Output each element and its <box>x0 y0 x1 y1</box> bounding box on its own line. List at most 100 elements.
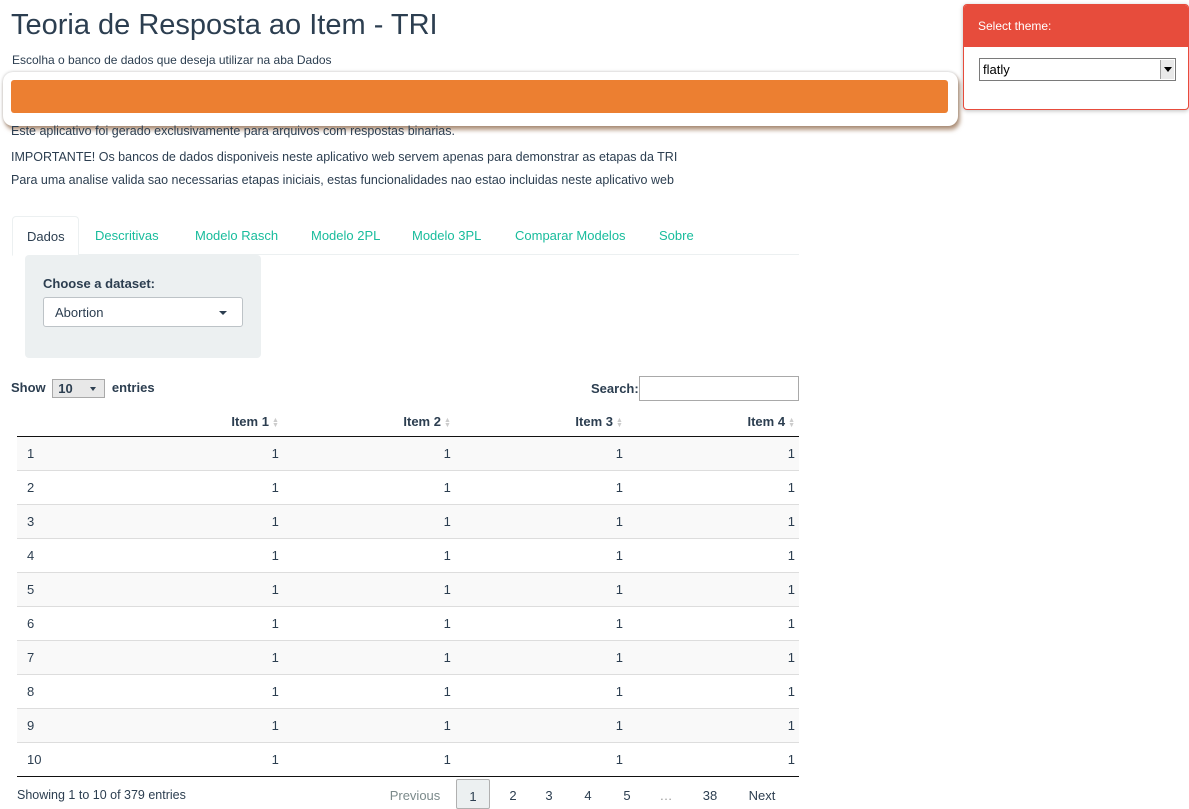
table-cell: 1 <box>181 605 283 640</box>
table-cell: 1 <box>282 435 455 470</box>
caret-down-icon <box>219 311 227 315</box>
table-row: 91111 <box>17 707 799 742</box>
tab-sobre[interactable]: Sobre <box>659 216 694 255</box>
table-cell: 1 <box>282 503 455 538</box>
sort-icon: ▲ ▼ <box>616 416 623 429</box>
column-header-item-2[interactable]: Item 2 ▲ ▼ <box>282 411 455 437</box>
row-index: 10 <box>17 741 182 777</box>
page-length-select[interactable]: 10 <box>52 379 106 398</box>
dataset-panel: Choose a dataset: Abortion <box>25 255 261 358</box>
column-header-item-1[interactable]: Item 1 ▲ ▼ <box>181 411 283 437</box>
table-row: 11111 <box>17 435 799 470</box>
info-line-2: IMPORTANTE! Os bancos de dados disponive… <box>11 150 678 164</box>
table-cell: 1 <box>454 503 627 538</box>
table-cell: 1 <box>282 741 455 777</box>
row-index: 9 <box>17 707 182 742</box>
table-cell: 1 <box>282 537 455 572</box>
theme-select-value: flatly <box>983 62 1010 77</box>
table-cell: 1 <box>626 673 799 708</box>
table-cell: 1 <box>181 503 283 538</box>
table-cell: 1 <box>181 707 283 742</box>
page-title: Teoria de Resposta ao Item - TRI <box>11 9 438 41</box>
table-cell: 1 <box>282 571 455 606</box>
table-cell: 1 <box>626 707 799 742</box>
table-row: 81111 <box>17 673 799 708</box>
table-cell: 1 <box>282 673 455 708</box>
column-header-item-4[interactable]: Item 4 ▲ ▼ <box>626 411 799 437</box>
sort-icon: ▲ ▼ <box>271 416 279 429</box>
theme-select[interactable]: flatly <box>979 58 1176 81</box>
tab-descritivas[interactable]: Descritivas <box>95 216 159 255</box>
info-line-3: Para uma analise valida sao necessarias … <box>11 173 674 187</box>
row-index: 1 <box>17 435 182 470</box>
entries-label: entries <box>111 379 155 395</box>
table-cell: 1 <box>454 673 627 708</box>
tab-modelo-3pl[interactable]: Modelo 3PL <box>412 216 481 255</box>
column-header-index[interactable] <box>17 411 182 437</box>
table-cell: 1 <box>181 741 283 777</box>
table-row: 71111 <box>17 639 799 674</box>
table-cell: 1 <box>454 639 627 674</box>
table-cell: 1 <box>454 605 627 640</box>
search-label: Search: <box>591 381 639 396</box>
table-cell: 1 <box>454 469 627 504</box>
table-cell: 1 <box>181 571 283 606</box>
table-info: Showing 1 to 10 of 379 entries <box>17 788 186 802</box>
table-cell: 1 <box>626 639 799 674</box>
dataset-label: Choose a dataset: <box>43 276 155 291</box>
theme-selector-panel: Select theme: flatly <box>963 4 1189 110</box>
table-cell: 1 <box>181 469 283 504</box>
sort-icon: ▲ ▼ <box>443 416 451 429</box>
table-row: 31111 <box>17 503 799 538</box>
caret-down-icon <box>90 387 97 391</box>
table-length-control: Show 10 entries <box>11 379 155 398</box>
chevron-down-icon[interactable] <box>1160 60 1174 79</box>
table-cell: 1 <box>282 469 455 504</box>
search-input[interactable] <box>639 376 799 401</box>
show-label: Show <box>11 379 46 395</box>
table-cell: 1 <box>626 605 799 640</box>
table-cell: 1 <box>626 503 799 538</box>
table-row: 41111 <box>17 537 799 572</box>
row-index: 4 <box>17 537 182 572</box>
row-index: 3 <box>17 503 182 538</box>
row-index: 2 <box>17 469 182 504</box>
table-cell: 1 <box>626 741 799 777</box>
table-cell: 1 <box>454 537 627 572</box>
tab-modelo-rasch[interactable]: Modelo Rasch <box>195 216 278 255</box>
row-index: 6 <box>17 605 182 640</box>
table-cell: 1 <box>454 571 627 606</box>
column-header-item-3[interactable]: Item 3 ▲ ▼ <box>454 411 627 437</box>
table-row: 21111 <box>17 469 799 504</box>
table-cell: 1 <box>454 741 627 777</box>
table-cell: 1 <box>626 537 799 572</box>
table-cell: 1 <box>181 435 283 470</box>
table-cell: 1 <box>282 639 455 674</box>
table-cell: 1 <box>282 707 455 742</box>
table-row: 61111 <box>17 605 799 640</box>
table-cell: 1 <box>181 673 283 708</box>
table-header-row: Item 1 ▲ ▼ Item 2 ▲ ▼ Item 3 ▲ ▼ Item 4 ▲ ▼ <box>17 411 799 437</box>
table-cell: 1 <box>626 469 799 504</box>
row-index: 5 <box>17 571 182 606</box>
page-subtitle: Escolha o banco de dados que deseja util… <box>12 53 332 67</box>
row-index: 8 <box>17 673 182 708</box>
data-table: Item 1 ▲ ▼ Item 2 ▲ ▼ Item 3 ▲ ▼ Item 4 ▲ ▼ 1111… <box>17 411 799 777</box>
table-cell: 1 <box>181 537 283 572</box>
dataset-select-value: Abortion <box>55 305 104 320</box>
table-row: 51111 <box>17 571 799 606</box>
progress-container <box>3 72 958 126</box>
tab-comparar-modelos[interactable]: Comparar Modelos <box>515 216 626 255</box>
orange-banner-bar <box>11 80 948 113</box>
table-cell: 1 <box>454 435 627 470</box>
table-cell: 1 <box>181 639 283 674</box>
table-cell: 1 <box>282 605 455 640</box>
theme-selector-label: Select theme: <box>964 5 1188 47</box>
tab-modelo-2pl[interactable]: Modelo 2PL <box>311 216 380 255</box>
table-cell: 1 <box>626 571 799 606</box>
row-index: 7 <box>17 639 182 674</box>
tab-dados[interactable]: Dados <box>12 216 79 256</box>
tab-bar: Dados Descritivas Modelo Rasch Modelo 2P… <box>12 216 799 256</box>
dataset-select[interactable]: Abortion <box>43 297 243 327</box>
table-cell: 1 <box>454 707 627 742</box>
